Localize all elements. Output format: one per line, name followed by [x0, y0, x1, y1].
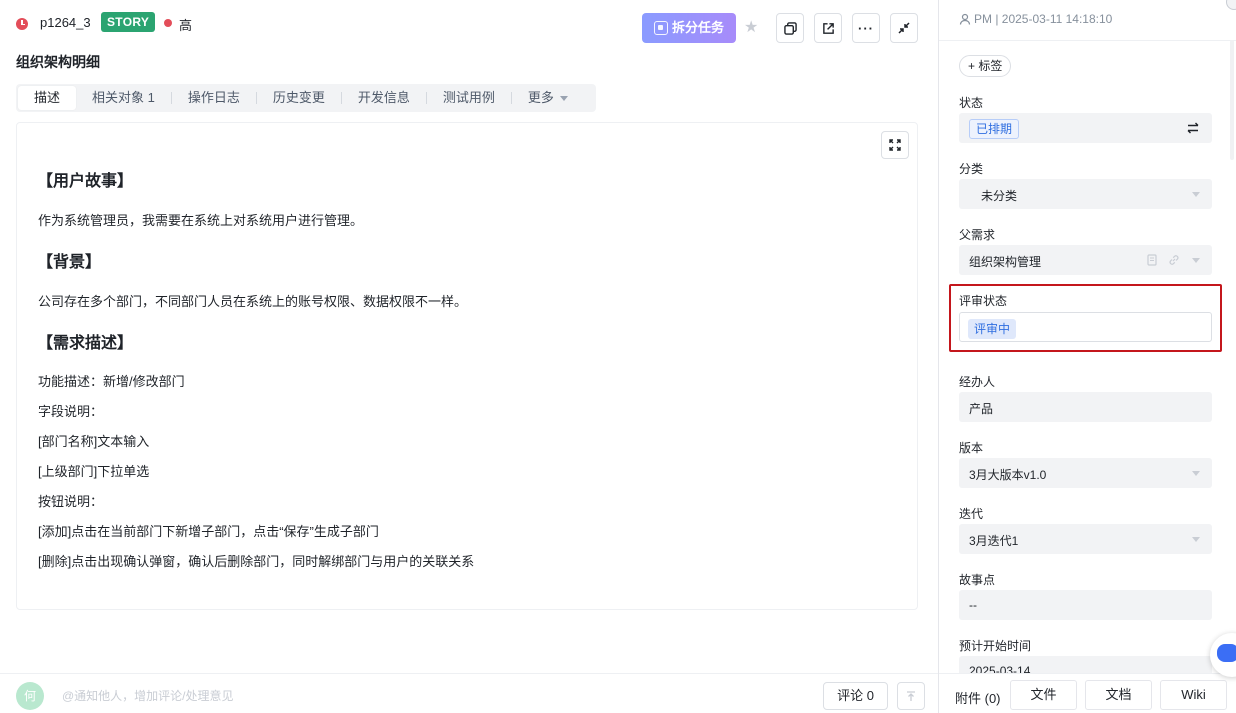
- requirement-line: [部门名称]文本输入: [38, 434, 150, 449]
- side-scrollbar[interactable]: [1230, 40, 1234, 160]
- category-select[interactable]: 未分类: [959, 179, 1212, 209]
- comment-input[interactable]: [62, 686, 662, 706]
- comment-count-button[interactable]: 评论 0: [823, 682, 888, 710]
- avatar: 何: [16, 682, 44, 710]
- tab-dev-info[interactable]: 开发信息: [342, 86, 426, 110]
- assignee-label: 经办人: [959, 375, 996, 389]
- detail-header: p1264_3 STORY 高 拆分任务 ★ ···: [0, 8, 938, 43]
- category-value: 未分类: [981, 189, 1018, 203]
- clock-icon: [16, 18, 28, 30]
- section-heading-background: 【背景】: [37, 254, 102, 271]
- status-label: 状态: [959, 96, 984, 110]
- chevron-down-icon: [1192, 258, 1200, 263]
- review-status-field[interactable]: 评审中: [959, 312, 1212, 342]
- start-time-label: 预计开始时间: [959, 639, 1032, 653]
- scroll-top-button[interactable]: [897, 682, 925, 710]
- tab-more-label: 更多: [527, 90, 554, 105]
- collapse-button[interactable]: [890, 13, 918, 43]
- wiki-button[interactable]: Wiki: [1160, 680, 1227, 710]
- add-tag-button[interactable]: + 标签: [959, 55, 1012, 77]
- doc-button[interactable]: 文档: [1085, 680, 1152, 710]
- requirement-line: [删除]点击出现确认弹窗，确认后删除部门，同时解绑部门与用户的关联关系: [38, 554, 475, 569]
- assignee-select[interactable]: 产品: [959, 392, 1212, 422]
- story-points-value: --: [969, 598, 977, 612]
- requirement-line: [上级部门]下拉单选: [38, 464, 150, 479]
- story-points-label: 故事点: [959, 573, 996, 587]
- swap-icon[interactable]: [1186, 121, 1200, 135]
- story-points-field[interactable]: --: [959, 590, 1212, 620]
- file-button[interactable]: 文件: [1010, 680, 1077, 710]
- requirement-line: 按钮说明：: [38, 494, 104, 509]
- ai-icon: [654, 21, 668, 35]
- open-external-button[interactable]: [814, 13, 842, 43]
- paragraph-background: 公司存在多个部门，不同部门人员在系统上的账号权限、数据权限不一样。: [38, 294, 468, 309]
- comment-bar: 何 评论 0: [0, 673, 938, 713]
- status-chip: 已排期: [969, 119, 1020, 139]
- tab-test-cases[interactable]: 测试用例: [427, 86, 511, 110]
- description-content: 【用户故事】 作为系统管理员，我需要在系统上对系统用户进行管理。 【背景】 公司…: [16, 122, 918, 610]
- category-label: 分类: [959, 162, 984, 176]
- iteration-select[interactable]: 3月迭代1: [959, 524, 1212, 554]
- side-header-separator: [939, 40, 1236, 41]
- requirement-line: 功能描述：新增/修改部门: [38, 374, 185, 389]
- user-icon: [959, 13, 971, 25]
- tab-related-objects[interactable]: 相关对象 1: [76, 86, 171, 110]
- split-task-label: 拆分任务: [672, 20, 725, 35]
- parent-requirement-label: 父需求: [959, 228, 996, 242]
- star-icon[interactable]: ★: [744, 20, 758, 36]
- assignee-value: 产品: [969, 402, 994, 416]
- attachments-bar: 附件 (0) 文件 文档 Wiki: [939, 673, 1236, 713]
- section-heading-user-story: 【用户故事】: [37, 173, 134, 190]
- type-badge: STORY: [101, 12, 156, 32]
- collapse-icon: [898, 22, 910, 34]
- version-select[interactable]: 3月大版本v1.0: [959, 458, 1212, 488]
- more-label: ···: [858, 20, 874, 36]
- split-task-button[interactable]: 拆分任务: [642, 13, 736, 43]
- document-icon[interactable]: [1146, 254, 1158, 266]
- chevron-down-icon: [559, 96, 568, 102]
- detail-main-panel: p1264_3 STORY 高 拆分任务 ★ ··· 组织架构明细 描述 相关对…: [0, 0, 938, 713]
- tab-history[interactable]: 历史变更: [257, 86, 341, 110]
- tab-description[interactable]: 描述: [18, 86, 77, 110]
- more-actions-button[interactable]: ···: [852, 13, 880, 43]
- paragraph-user-story: 作为系统管理员，我需要在系统上对系统用户进行管理。: [38, 213, 364, 228]
- external-link-icon: [822, 22, 834, 34]
- fullscreen-button[interactable]: [881, 131, 909, 159]
- requirement-line: [添加]点击在当前部门下新增子部门，点击“保存”生成子部门: [38, 524, 379, 539]
- chevron-down-icon: [1192, 537, 1200, 542]
- review-status-label: 评审状态: [959, 294, 1008, 308]
- tab-more[interactable]: 更多: [512, 86, 584, 110]
- copy-button[interactable]: [776, 13, 804, 43]
- copy-icon: [783, 21, 797, 35]
- chevron-down-icon: [1192, 192, 1200, 197]
- review-status-chip: 评审中: [968, 319, 1017, 339]
- detail-tabs: 描述 相关对象 1 操作日志 历史变更 开发信息 测试用例 更多: [16, 84, 596, 112]
- status-field[interactable]: 已排期: [959, 113, 1212, 143]
- iteration-label: 迭代: [959, 507, 984, 521]
- item-id: p1264_3: [40, 15, 91, 30]
- chevron-down-icon: [1192, 471, 1200, 476]
- attachments-label: 附件 (0): [955, 691, 1001, 706]
- attributes-side-panel: PM | 2025-03-11 14:18:10 + 标签 状态 已排期 分类 …: [939, 0, 1236, 713]
- creator-meta: PM | 2025-03-11 14:18:10: [959, 12, 1112, 26]
- version-label: 版本: [959, 441, 984, 455]
- priority-label[interactable]: 高: [179, 15, 192, 34]
- iteration-value: 3月迭代1: [969, 534, 1019, 548]
- section-heading-requirements: 【需求描述】: [37, 335, 134, 352]
- parent-requirement-value: 组织架构管理: [969, 255, 1042, 269]
- priority-dot-icon: [164, 19, 172, 27]
- page-title: 组织架构明细: [16, 54, 100, 70]
- link-icon[interactable]: [1168, 254, 1180, 266]
- version-value: 3月大版本v1.0: [969, 468, 1047, 482]
- tab-operation-log[interactable]: 操作日志: [172, 86, 256, 110]
- scroll-top-icon: [907, 691, 915, 701]
- parent-requirement-select[interactable]: 组织架构管理: [959, 245, 1212, 275]
- requirement-line: 字段说明：: [38, 404, 104, 419]
- creator-meta-text: PM | 2025-03-11 14:18:10: [974, 12, 1113, 26]
- expand-icon: [889, 139, 901, 151]
